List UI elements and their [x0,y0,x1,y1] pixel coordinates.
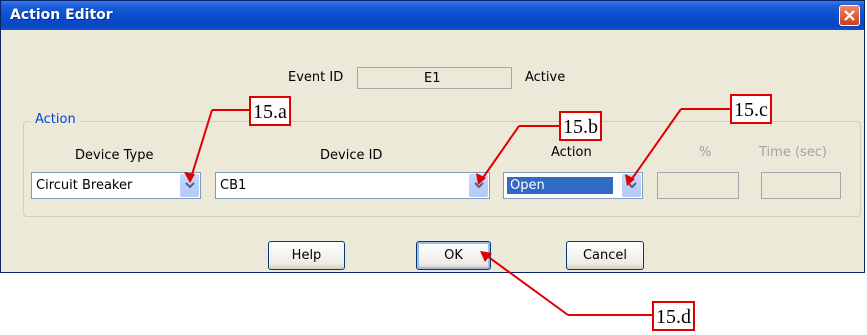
arrow-head-icon [480,251,492,262]
callout-15d: 15.d [652,301,695,331]
callout-15c: 15.c [730,94,772,124]
arrow-head-icon [184,172,195,183]
callout-15b: 15.b [559,111,602,141]
arrow-15b-shaft [479,125,520,183]
callout-15a: 15.a [249,96,291,126]
arrow-15a-shaft [189,109,213,182]
annotation-arrows [184,108,730,316]
arrow-15d-shaft [482,252,569,316]
arrow-15c-shaft [628,108,682,184]
